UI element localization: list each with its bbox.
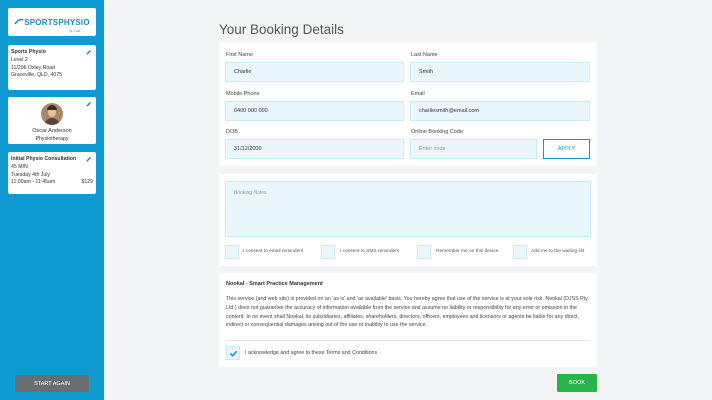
terms-panel: Nookal - Smart Practice Management This …: [219, 273, 597, 367]
apply-button[interactable]: APPLY: [543, 139, 590, 159]
waiting-list-label: Add me to the waiting list: [531, 249, 585, 254]
dob-field[interactable]: 31/12/2000: [225, 139, 404, 159]
divider: [226, 340, 590, 341]
agree-terms-label: I acknowledge and agree to these Terms a…: [245, 350, 378, 356]
booking-code-label: Online Booking Code: [411, 129, 463, 135]
logo-subtext: @ 1 HR: [69, 29, 80, 33]
clinic-address-line: Graceville, QLD, 4075: [11, 72, 63, 79]
email-field[interactable]: charliesmith@email.com: [410, 101, 590, 121]
clinic-name: Sports Physio: [11, 49, 46, 55]
service-time: 11:00am - 11:45am: [11, 179, 56, 186]
practitioner-name: Oscar Anderson: [32, 128, 72, 134]
first-name-field[interactable]: Charlie: [225, 62, 404, 82]
email-reminder-checkbox[interactable]: [225, 245, 239, 259]
clinic-card: Sports Physio Level 2 11/296 Oxley Road …: [8, 45, 96, 90]
service-price: $129: [81, 179, 93, 186]
first-name-label: First Name: [226, 52, 253, 58]
clinic-address-line: Level 2: [11, 56, 28, 63]
email-reminder-label: I consent to email reminders: [243, 249, 304, 254]
sms-reminder-label: I consent to SMS reminders: [340, 249, 400, 254]
booking-notes-textarea[interactable]: Booking Notes: [225, 181, 591, 237]
start-again-button[interactable]: START AGAIN: [15, 375, 89, 392]
practitioner-card: Oscar Anderson Physiotherapy: [8, 97, 96, 144]
practitioner-role: Physiotherapy: [35, 135, 69, 142]
edit-pencil-icon[interactable]: [85, 49, 92, 56]
edit-pencil-icon[interactable]: [85, 101, 92, 108]
sidebar: SPORTSPHYSIO @ 1 HR Sports Physio Level …: [0, 0, 104, 400]
clinic-address-line: 11/296 Oxley Road: [11, 64, 56, 71]
waiting-list-checkbox[interactable]: [513, 245, 527, 259]
service-name: Initial Physio Consultation: [11, 156, 77, 162]
notes-panel: Booking Notes I consent to email reminde…: [219, 174, 597, 266]
agree-terms-checkbox[interactable]: [226, 346, 240, 360]
terms-title: Nookal - Smart Practice Management: [226, 281, 323, 287]
mobile-field[interactable]: 0400 000 000: [225, 101, 404, 121]
email-label: Email: [411, 91, 425, 97]
sms-reminder-checkbox[interactable]: [321, 245, 335, 259]
clinic-logo: SPORTSPHYSIO @ 1 HR: [8, 8, 96, 36]
practitioner-avatar: [41, 103, 63, 125]
mobile-label: Mobile Phone: [226, 91, 260, 97]
logo-text: SPORTSPHYSIO: [24, 17, 90, 27]
details-panel: First Name Charlie Last Name Smith Mobil…: [219, 42, 597, 166]
checkmark-icon: [229, 350, 237, 357]
page-title: Your Booking Details: [219, 22, 344, 37]
last-name-field[interactable]: Smith: [410, 62, 590, 82]
logo-swoosh-icon: [14, 18, 24, 25]
terms-body: This service (and web site) is provided …: [226, 296, 589, 329]
service-duration: 45 MIN: [11, 163, 28, 170]
service-date: Tuesday 4th July: [11, 171, 51, 178]
book-button[interactable]: BOOK: [557, 374, 597, 392]
last-name-label: Last Name: [411, 52, 438, 58]
edit-pencil-icon[interactable]: [85, 156, 92, 163]
remember-me-checkbox[interactable]: [417, 245, 431, 259]
booking-code-field[interactable]: Enter code: [410, 139, 537, 159]
dob-label: DOB: [226, 129, 238, 135]
service-card: Initial Physio Consultation 45 MIN Tuesd…: [8, 152, 96, 194]
remember-me-label: Remember me on this device: [436, 249, 499, 254]
